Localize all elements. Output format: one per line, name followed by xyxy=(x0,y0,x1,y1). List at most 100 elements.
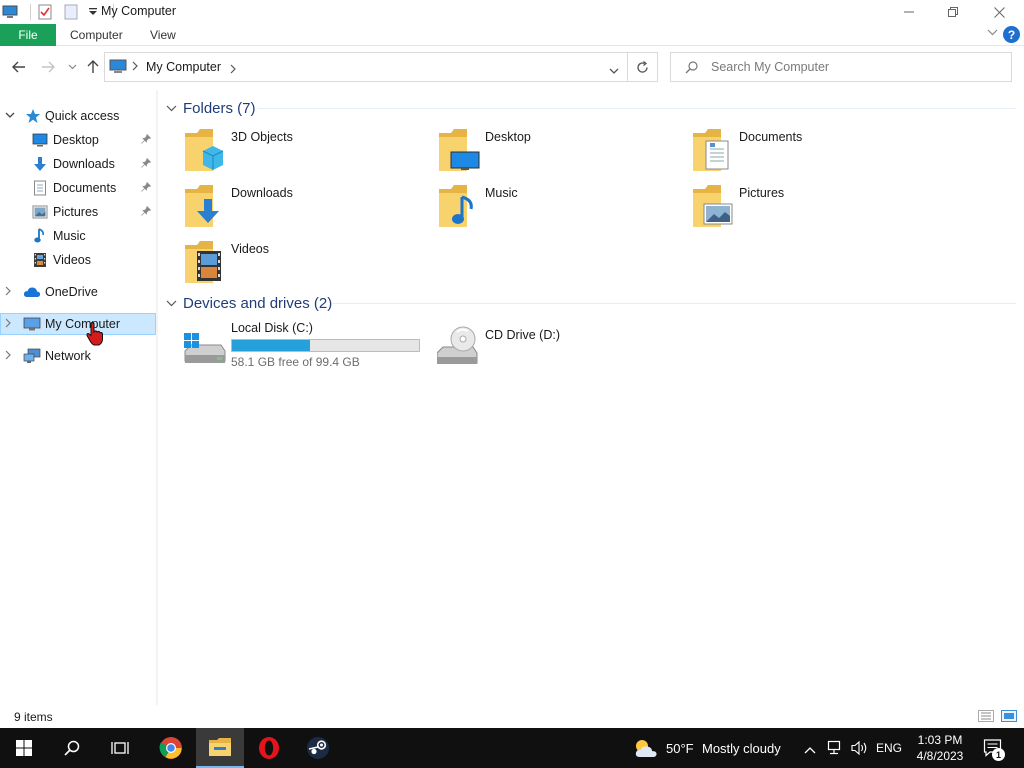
star-icon xyxy=(24,108,42,124)
details-view-icon[interactable] xyxy=(978,710,994,724)
folder-3d-objects[interactable]: 3D Objects xyxy=(183,127,423,177)
help-button[interactable]: ? xyxy=(1003,26,1020,43)
nav-item-downloads[interactable]: Downloads xyxy=(0,153,156,175)
collapse-chevron-icon[interactable] xyxy=(166,296,177,310)
nav-item-music[interactable]: Music xyxy=(0,225,156,247)
opera-taskbar-button[interactable] xyxy=(245,728,293,768)
folder-desktop[interactable]: Desktop xyxy=(437,127,677,177)
folder-name: Desktop xyxy=(485,130,531,144)
weather-cloud-icon[interactable] xyxy=(633,737,659,762)
pin-icon[interactable] xyxy=(141,157,152,171)
document-icon xyxy=(31,180,49,196)
group-divider xyxy=(332,303,1016,304)
nav-label: Music xyxy=(53,229,86,243)
pictures-icon xyxy=(31,204,49,220)
properties-icon[interactable] xyxy=(37,4,53,20)
collapsed-chevron-icon[interactable] xyxy=(5,318,12,331)
pin-icon[interactable] xyxy=(141,205,152,219)
back-button[interactable] xyxy=(9,57,29,77)
collapsed-chevron-icon[interactable] xyxy=(5,286,12,299)
minimize-button[interactable] xyxy=(886,0,932,24)
nav-item-videos[interactable]: Videos xyxy=(0,249,156,271)
folder-name: Downloads xyxy=(231,186,293,200)
pane-splitter[interactable] xyxy=(156,90,158,705)
network-icon xyxy=(23,348,41,364)
folder-pictures[interactable]: Pictures xyxy=(691,183,931,233)
group-divider xyxy=(258,108,1016,109)
folder-documents[interactable]: Documents xyxy=(691,127,931,177)
nav-label: Pictures xyxy=(53,205,99,219)
nav-label: OneDrive xyxy=(45,285,98,299)
folders-group-header[interactable]: Folders (7) xyxy=(166,98,256,118)
steam-taskbar-button[interactable] xyxy=(294,728,342,768)
file-explorer-taskbar-button[interactable] xyxy=(196,728,244,768)
folder-music[interactable]: Music xyxy=(437,183,677,233)
nav-label: Network xyxy=(45,349,91,363)
refresh-button[interactable] xyxy=(628,52,658,82)
large-icons-view-icon[interactable] xyxy=(1001,710,1017,724)
clock[interactable]: 1:03 PM 4/8/2023 xyxy=(900,732,980,764)
address-history-dropdown-icon[interactable] xyxy=(609,64,619,78)
folder-name: Pictures xyxy=(739,186,785,200)
downloads-folder-icon xyxy=(183,183,227,229)
start-button[interactable] xyxy=(0,728,48,768)
drive-local-disk-c[interactable]: Local Disk (C:) 58.1 GB free of 99.4 GB xyxy=(183,321,423,371)
recent-locations-chevron-icon[interactable] xyxy=(62,57,82,77)
expanded-chevron-icon[interactable] xyxy=(5,110,15,122)
nav-item-pictures[interactable]: Pictures xyxy=(0,201,156,223)
computer-icon xyxy=(23,316,41,332)
collapsed-chevron-icon[interactable] xyxy=(5,350,12,363)
show-hidden-icons-chevron-icon[interactable] xyxy=(804,743,816,757)
nav-my-computer[interactable]: My Computer xyxy=(0,313,156,335)
desktop-icon xyxy=(31,132,49,148)
input-language[interactable]: ENG xyxy=(876,741,902,755)
restore-button[interactable] xyxy=(930,0,976,24)
nav-item-desktop[interactable]: Desktop xyxy=(0,129,156,151)
search-input[interactable]: Search My Computer xyxy=(711,60,829,74)
volume-icon[interactable] xyxy=(851,740,869,759)
folder-videos[interactable]: Videos xyxy=(183,239,423,289)
up-button[interactable] xyxy=(83,57,103,77)
close-button[interactable] xyxy=(976,0,1022,24)
network-status-icon[interactable] xyxy=(827,740,843,759)
chrome-taskbar-button[interactable] xyxy=(147,728,195,768)
customize-toolbar-icon[interactable] xyxy=(85,4,101,20)
drives-group-header[interactable]: Devices and drives (2) xyxy=(166,293,332,313)
search-button[interactable] xyxy=(48,728,96,768)
task-view-button[interactable] xyxy=(96,728,144,768)
pictures-folder-icon xyxy=(691,183,735,229)
forward-button[interactable] xyxy=(38,57,58,77)
drive-cd-drive-d[interactable]: CD Drive (D:) xyxy=(436,321,677,371)
pin-icon[interactable] xyxy=(141,133,152,147)
weather-temperature[interactable]: 50°F xyxy=(666,741,694,756)
tab-computer[interactable]: Computer xyxy=(70,24,123,46)
nav-quick-access[interactable]: Quick access xyxy=(0,105,156,127)
nav-item-documents[interactable]: Documents xyxy=(0,177,156,199)
collapse-chevron-icon[interactable] xyxy=(166,101,177,115)
nav-network[interactable]: Network xyxy=(0,345,156,367)
tab-view[interactable]: View xyxy=(150,24,176,46)
weather-description[interactable]: Mostly cloudy xyxy=(702,741,781,756)
address-bar[interactable]: My Computer xyxy=(104,52,628,82)
status-bar: 9 items xyxy=(0,706,1024,728)
breadcrumb-my-computer[interactable]: My Computer xyxy=(146,60,221,74)
download-arrow-icon xyxy=(31,156,49,172)
music-note-icon xyxy=(31,228,49,244)
folder-downloads[interactable]: Downloads xyxy=(183,183,423,233)
drives-heading: Devices and drives (2) xyxy=(183,294,333,312)
folder-name: 3D Objects xyxy=(231,130,293,144)
expand-ribbon-icon[interactable] xyxy=(987,27,998,39)
breadcrumb-chevron-icon[interactable] xyxy=(230,63,236,77)
address-row: My Computer Search My Computer xyxy=(0,47,1024,87)
computer-icon[interactable] xyxy=(2,4,18,20)
breadcrumb-separator-icon[interactable] xyxy=(132,60,138,74)
nav-label: Quick access xyxy=(45,109,120,123)
drive-name: Local Disk (C:) xyxy=(231,321,313,335)
music-folder-icon xyxy=(437,183,481,229)
tab-file[interactable]: File xyxy=(0,24,56,46)
new-folder-icon[interactable] xyxy=(63,4,79,20)
nav-onedrive[interactable]: OneDrive xyxy=(0,281,156,303)
search-box[interactable]: Search My Computer xyxy=(670,52,1012,82)
pin-icon[interactable] xyxy=(141,181,152,195)
search-icon xyxy=(685,61,698,77)
